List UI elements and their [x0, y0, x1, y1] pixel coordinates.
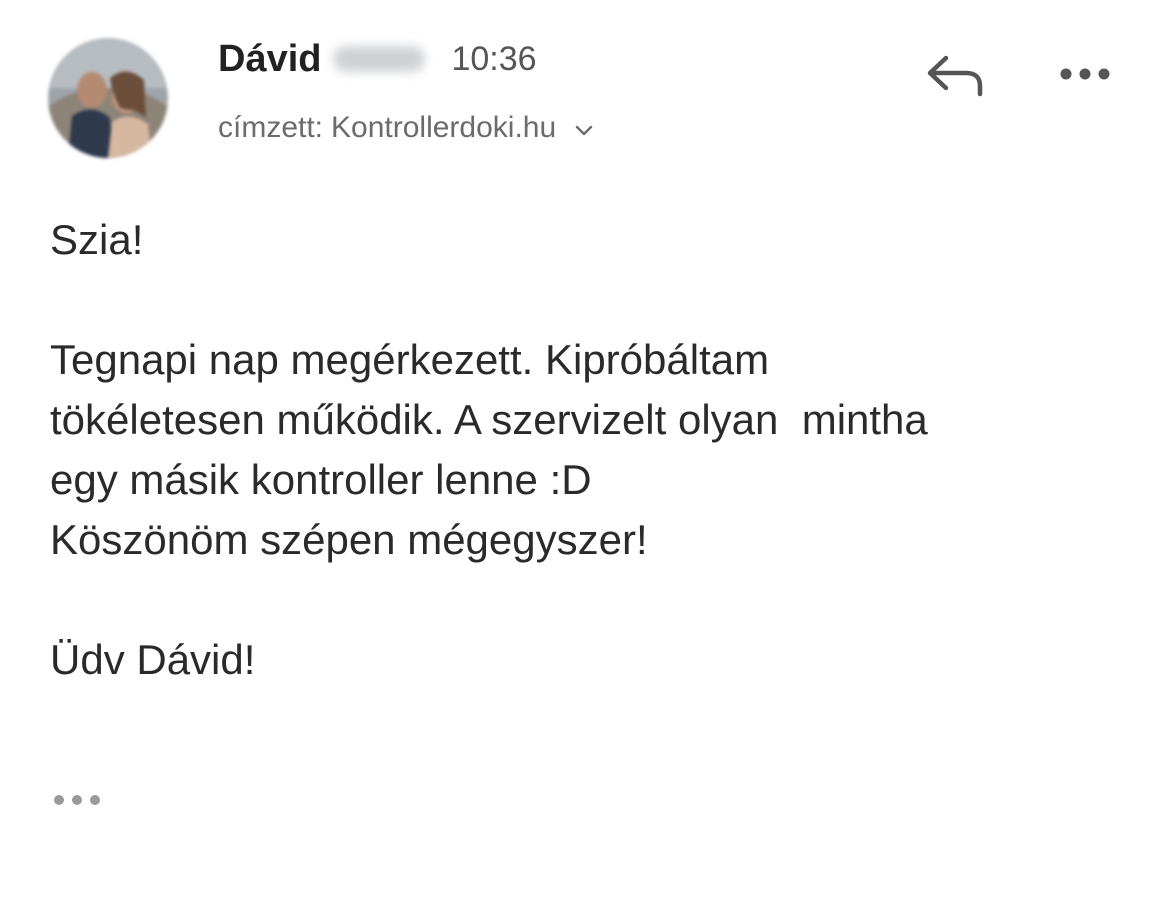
body-line-1: Tegnapi nap megérkezett. Kipróbáltam — [50, 336, 770, 383]
recipient-prefix: címzett: — [218, 111, 324, 144]
body-line-4: Köszönöm szépen mégegyszer! — [50, 516, 648, 563]
reply-button[interactable] — [918, 44, 990, 104]
body-spacer — [50, 270, 1140, 330]
more-horizontal-icon — [1060, 68, 1110, 80]
message-body: Szia! Tegnapi nap megérkezett. Kipróbált… — [50, 210, 1140, 690]
sender-header: Dávid 10:36 — [218, 34, 537, 84]
recipient-row[interactable]: címzett: Kontrollerdoki.hu — [218, 106, 596, 150]
more-options-button[interactable] — [1052, 56, 1118, 92]
sender-name: Dávid — [218, 37, 322, 80]
body-spacer — [50, 570, 1140, 630]
body-line-2: tökéletesen működik. A szervizelt olyan … — [50, 396, 928, 443]
chevron-down-icon[interactable] — [572, 116, 596, 140]
sender-surname-redacted — [333, 46, 426, 72]
reply-icon — [927, 55, 983, 97]
message-time: 10:36 — [451, 39, 537, 78]
body-signoff: Üdv Dávid! — [50, 636, 256, 683]
body-line-3: egy másik kontroller lenne :D — [50, 456, 592, 503]
recipient-address: Kontrollerdoki.hu — [331, 111, 557, 144]
sender-avatar[interactable] — [48, 38, 168, 158]
show-trimmed-content-button[interactable] — [50, 786, 110, 814]
avatar-photo — [48, 38, 168, 158]
body-greeting: Szia! — [50, 216, 144, 263]
ellipsis-icon — [54, 795, 100, 805]
